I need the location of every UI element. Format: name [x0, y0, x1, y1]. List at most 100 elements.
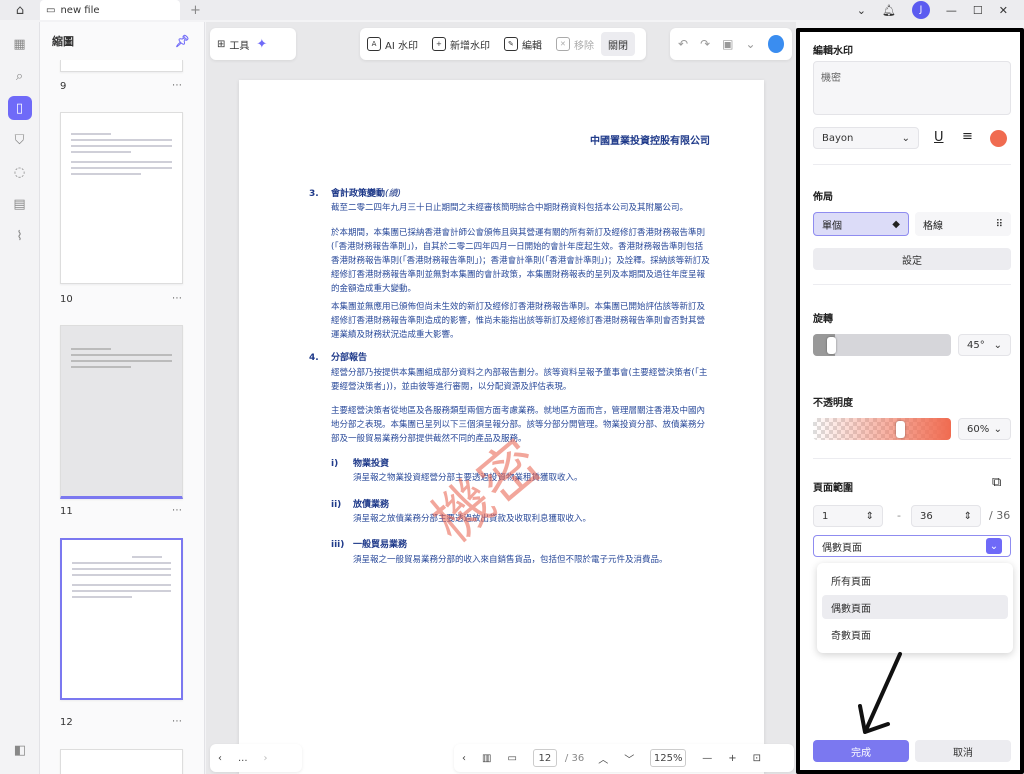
- thumbnail-page-13[interactable]: [60, 749, 183, 774]
- remove-watermark-button[interactable]: ✕ 移除: [549, 32, 601, 56]
- align-icon[interactable]: ≡: [962, 129, 973, 144]
- next-page-icon[interactable]: ﹀: [616, 751, 642, 766]
- color-picker[interactable]: [990, 130, 1007, 147]
- fit-page-icon[interactable]: ⊡: [745, 753, 769, 764]
- stepper-icon: ⇕: [865, 510, 874, 522]
- opacity-label: 不透明度: [813, 398, 853, 409]
- paragraph: 經營分部乃按提供本集團組成部分資料之內部報告劃分。該等資料呈報予董事會(主要經營…: [331, 368, 708, 392]
- redo-icon[interactable]: ↷: [700, 37, 710, 51]
- chevron-right-icon[interactable]: ›: [256, 753, 276, 764]
- reading-mode-icon[interactable]: ▥: [474, 753, 499, 764]
- sub-heading: i) 物業投資: [331, 459, 390, 469]
- range-total: / 36: [989, 509, 1011, 522]
- underline-icon[interactable]: U: [934, 130, 944, 145]
- home-icon[interactable]: ⌂: [0, 0, 40, 20]
- thumbnail-number: 10: [60, 294, 73, 305]
- page-range-select[interactable]: 偶數頁面 ⌄: [813, 535, 1011, 557]
- grid-icon[interactable]: ▦: [8, 32, 32, 56]
- attachment-doc-icon[interactable]: ▤: [8, 192, 32, 216]
- cancel-button[interactable]: 取消: [915, 740, 1011, 762]
- option-odd-pages[interactable]: 奇數頁面: [822, 622, 1008, 646]
- more-icon[interactable]: ⋯: [172, 716, 182, 727]
- opacity-slider-handle[interactable]: [895, 421, 905, 438]
- opacity-select[interactable]: 60% ⌄: [958, 418, 1011, 440]
- paperclip-icon[interactable]: ⌇: [8, 224, 32, 248]
- pages-icon[interactable]: ▯: [7, 96, 32, 120]
- font-select[interactable]: Bayon ⌄: [813, 127, 919, 149]
- sub-heading: iii) 一般貿易業務: [331, 540, 408, 550]
- thumbnail-page-12[interactable]: [60, 538, 183, 700]
- bell-icon[interactable]: 🔔︎: [882, 4, 896, 17]
- chevron-left-icon[interactable]: ‹: [454, 753, 474, 764]
- chevron-down-icon: ⌄: [986, 538, 1002, 554]
- left-icon-bar: ▦ ⌕ ▯ ⛉ ◌ ▤ ⌇ ◧: [0, 22, 40, 774]
- rotation-slider-handle[interactable]: [826, 337, 836, 354]
- maximize-icon[interactable]: ☐: [973, 4, 983, 17]
- thumbnail-number: 11: [60, 506, 73, 517]
- more-icon[interactable]: ⋯: [172, 293, 182, 304]
- chevron-down-icon: ⌄: [993, 339, 1002, 351]
- opacity-slider[interactable]: [813, 418, 951, 440]
- option-all-pages[interactable]: 所有頁面: [822, 568, 1008, 592]
- zoom-out-icon[interactable]: —: [694, 753, 720, 764]
- thumbnail-number: 9: [60, 81, 67, 92]
- document-tab[interactable]: ▭ new file: [40, 0, 180, 20]
- range-to-input[interactable]: 36 ⇕: [911, 505, 981, 527]
- add-watermark-icon: +: [431, 37, 446, 51]
- avatar[interactable]: J: [911, 1, 930, 19]
- search-icon[interactable]: ⌕: [8, 64, 32, 88]
- layers-icon[interactable]: ◧: [8, 738, 32, 762]
- chevron-down-icon[interactable]: ⌄: [745, 37, 755, 51]
- sub-heading: ii) 放債業務: [331, 500, 390, 510]
- stepper-icon: ⇕: [963, 510, 972, 522]
- option-even-pages[interactable]: 偶數頁面: [822, 595, 1008, 619]
- ai-assistant-icon[interactable]: [767, 35, 784, 53]
- ai-watermark-button[interactable]: A AI 水印: [360, 32, 425, 56]
- close-watermark-button[interactable]: 關閉: [600, 32, 635, 56]
- tools-button[interactable]: ⊞ 工具: [210, 32, 256, 56]
- comment-icon[interactable]: ◌: [8, 160, 32, 184]
- close-icon[interactable]: ✕: [999, 4, 1008, 17]
- rotation-select[interactable]: 45° ⌄: [958, 334, 1011, 356]
- add-watermark-button[interactable]: + 新增水印: [425, 32, 497, 56]
- layout-single-button[interactable]: 單個 ◆: [813, 212, 909, 236]
- edit-icon: ✎: [503, 37, 518, 51]
- pin-icon[interactable]: 📌︎: [175, 34, 190, 48]
- range-dash: -: [897, 509, 901, 522]
- chevron-down-icon[interactable]: ⌄: [857, 4, 866, 17]
- zoom-input[interactable]: 125%: [650, 749, 687, 767]
- more-icon[interactable]: ⋯: [172, 80, 182, 91]
- layout-label: 佈局: [813, 192, 833, 203]
- panel-title: 編輯水印: [813, 46, 853, 57]
- thumbnail-page-11[interactable]: [60, 325, 183, 499]
- range-from-input[interactable]: 1 ⇕: [813, 505, 883, 527]
- annotation-arrow: [858, 652, 902, 734]
- page-number-input[interactable]: 12: [532, 749, 557, 767]
- page-range-icon[interactable]: ⧉: [992, 475, 1001, 490]
- thumbnail-page-9[interactable]: [60, 60, 183, 72]
- zoom-in-icon[interactable]: +: [720, 753, 744, 764]
- chevron-left-icon[interactable]: ‹: [210, 753, 230, 764]
- thumbnail-page-10[interactable]: [60, 112, 183, 284]
- edit-watermark-button[interactable]: ✎ 編輯: [497, 32, 549, 56]
- done-button[interactable]: 完成: [813, 740, 909, 762]
- minimize-icon[interactable]: —: [946, 4, 957, 17]
- previous-page-icon[interactable]: ︿: [590, 751, 616, 766]
- presentation-icon[interactable]: ▭: [499, 753, 524, 764]
- paragraph: 截至二零二四年九月三十日止期間之未經審核簡明綜合中期財務資料包括本公司及其附屬公…: [331, 203, 689, 213]
- bookmark-icon[interactable]: ⛉: [8, 128, 32, 152]
- watermark-text-input[interactable]: 機密: [813, 61, 1011, 115]
- sparkle-icon[interactable]: ✦: [256, 37, 267, 52]
- settings-button[interactable]: 設定: [813, 248, 1011, 270]
- title-bar: ⌂ ▭ new file + ⌄ 🔔︎ J — ☐ ✕: [0, 0, 1024, 20]
- toolbox-icon: ⊞: [217, 38, 226, 50]
- paragraph: 於本期間，本集團已採納香港會計師公會頒佈且與其營運有關的所有新訂及經修訂香港財務…: [331, 228, 710, 294]
- section-heading: 4. 分部報告: [309, 353, 368, 363]
- new-tab-plus-icon[interactable]: +: [190, 3, 201, 18]
- more-icon[interactable]: ⋯: [172, 505, 182, 516]
- undo-icon[interactable]: ↶: [678, 37, 688, 51]
- layout-tile-button[interactable]: 格線 ⠿: [915, 212, 1011, 236]
- save-icon[interactable]: ▣: [722, 37, 733, 51]
- more-button[interactable]: ...: [230, 753, 256, 764]
- chevron-down-icon: ⌄: [993, 423, 1002, 435]
